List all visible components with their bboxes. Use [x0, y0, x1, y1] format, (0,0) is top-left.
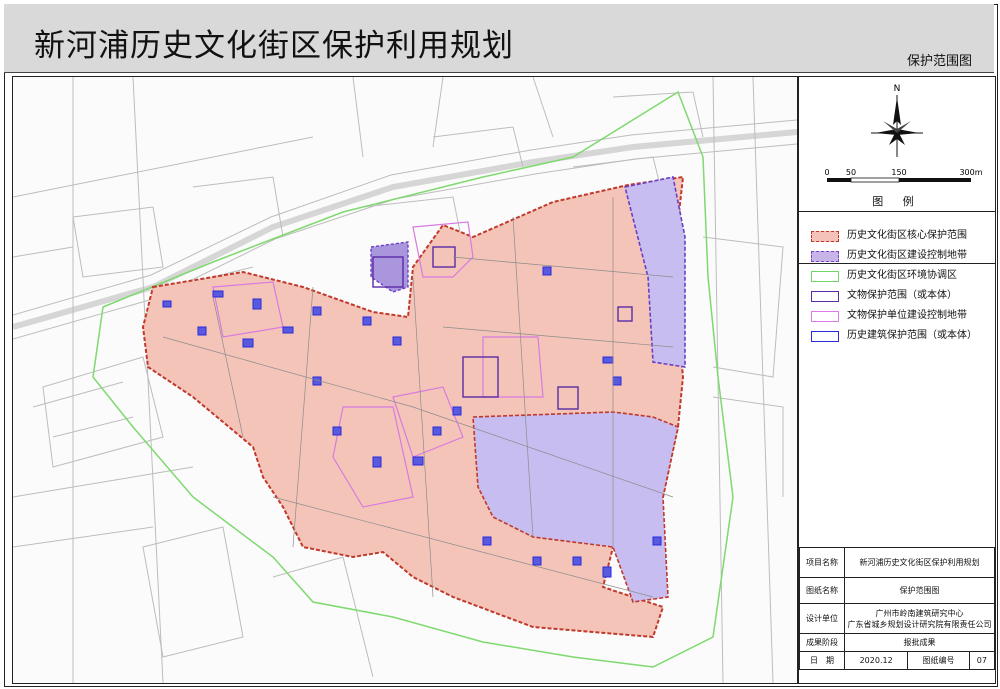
legend-label: 历史文化街区核心保护范围: [847, 230, 967, 241]
legend-swatch-historic-building: [811, 331, 839, 342]
legend-label: 文物保护单位建设控制地带: [847, 310, 967, 321]
info-value: 报批成果: [844, 633, 995, 652]
sheet-subtitle: 保护范围图: [906, 54, 972, 69]
info-key: 项目名称: [799, 547, 845, 578]
legend-item-historic-building: 历史建筑保护范围（或本体）: [811, 329, 991, 349]
legend-item-environment: 历史文化街区环境协调区: [811, 269, 991, 289]
sheet-number-value: 07: [968, 651, 996, 670]
legend-item-relic: 文物保护范围（或本体）: [811, 289, 991, 309]
north-label: N: [894, 84, 901, 94]
date-label: 日 期: [799, 651, 845, 670]
info-key: 设计单位: [799, 603, 845, 634]
scale-tick-1: 50: [846, 168, 856, 177]
info-value: 保护范围图: [844, 577, 995, 604]
legend-swatch-control: [811, 251, 839, 262]
title-block-table: 项目名称 新河浦历史文化街区保护利用规划 图纸名称 保护范围图 设计单位 广州市…: [799, 547, 996, 670]
map-area[interactable]: [12, 76, 798, 684]
map-canvas[interactable]: [13, 77, 797, 683]
legend-swatch-core: [811, 231, 839, 242]
legend-label: 历史建筑保护范围（或本体）: [847, 330, 977, 341]
info-value: 新河浦历史文化街区保护利用规划: [844, 547, 995, 578]
legend-item-core: 历史文化街区核心保护范围: [811, 229, 991, 249]
sheet-number-label: 图纸编号: [907, 651, 970, 670]
legend-label: 历史文化街区环境协调区: [847, 270, 957, 281]
map-title: 新河浦历史文化街区保护利用规划: [34, 28, 514, 64]
info-value: 广州市岭南建筑研究中心 广东省城乡规划设计研究院有限责任公司: [844, 603, 995, 634]
info-key: 成果阶段: [799, 633, 845, 652]
scale-tick-2: 150: [891, 168, 906, 177]
info-key: 图纸名称: [799, 577, 845, 604]
title-bar: 新河浦历史文化街区保护利用规划 保护范围图: [4, 4, 994, 73]
legend-heading: 图 例: [799, 193, 995, 212]
legend-item-control: 历史文化街区建设控制地带: [811, 249, 991, 269]
legend-item-relic-control: 文物保护单位建设控制地带: [811, 309, 991, 329]
legend-swatch-environment: [811, 271, 839, 282]
scale-tick-3: 300m: [959, 168, 982, 177]
scale-bar: 0 50 150 300m: [824, 168, 983, 183]
scale-tick-0: 0: [824, 168, 829, 177]
side-panel: N 0 50 150 300m 图 例 历史文化街区核心保护范围 历史文化街区建…: [798, 76, 996, 684]
design-unit-1: 广州市岭南建筑研究中心: [875, 608, 964, 618]
legend: 历史文化街区核心保护范围 历史文化街区建设控制地带 历史文化街区环境协调区 文物…: [811, 229, 991, 349]
legend-label: 文物保护范围（或本体）: [847, 290, 957, 301]
legend-swatch-relic: [811, 291, 839, 302]
design-unit-2: 广东省城乡规划设计研究院有限责任公司: [847, 619, 992, 629]
date-value: 2020.12: [843, 651, 909, 670]
legend-swatch-relic-control: [811, 311, 839, 322]
legend-label: 历史文化街区建设控制地带: [847, 250, 967, 261]
